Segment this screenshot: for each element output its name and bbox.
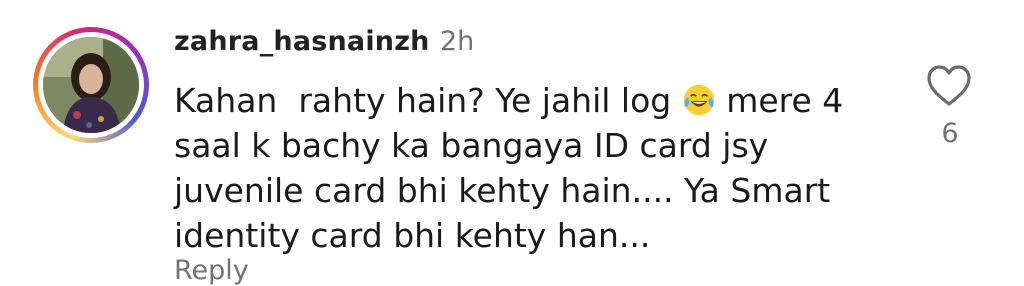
comment-username[interactable]: zahra_hasnainzh [174,26,430,57]
avatar-story-ring[interactable] [33,27,149,143]
like-button[interactable] [926,64,972,108]
like-count: 6 [941,118,959,149]
comment-line: saal k bachy ka bangaya ID card jsy [174,126,769,165]
comment-line: juvenile card bhi kehty hain.... Ya Smar… [174,171,831,210]
comment-line-text: Kahan rahty hain? Ye jahil log [174,81,672,120]
comment-timestamp: 2h [440,26,475,57]
heart-outline-icon [927,65,971,106]
avatar[interactable] [43,37,139,133]
comment-line: Kahan rahty hain? Ye jahil log mere 4 [174,78,894,123]
comment-item: zahra_hasnainzh 2h Kahan rahty hain? Ye … [0,0,1024,286]
comment-line: identity card bhi kehty han... [174,216,651,255]
reply-button[interactable]: Reply [174,255,249,286]
avatar-ring-gap [38,32,144,138]
comment-line-text: mere 4 [726,81,844,120]
comment-text: Kahan rahty hain? Ye jahil log mere 4 sa… [174,78,894,258]
face-with-tears-of-joy-icon [683,84,714,116]
avatar-photo [43,37,139,133]
